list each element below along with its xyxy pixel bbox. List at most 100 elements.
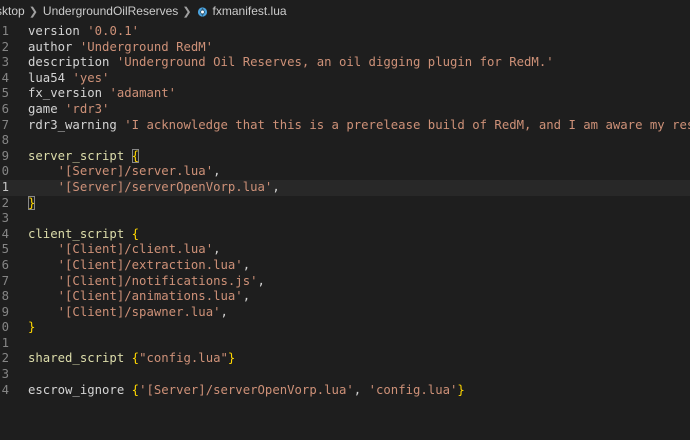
code-token-str: 'yes' bbox=[72, 70, 110, 85]
code-token-ident: version bbox=[28, 24, 80, 38]
code-token-ws bbox=[124, 149, 131, 163]
code-editor: sktop ❯ UndergroundOilReserves ❯ fxmanif… bbox=[0, 0, 690, 440]
code-token-brace-match: { bbox=[131, 148, 140, 163]
code-line[interactable]: 6 '[Client]/extraction.lua', bbox=[0, 258, 690, 274]
line-text: lua54 'yes' bbox=[28, 71, 109, 87]
line-number: 7 bbox=[1, 273, 9, 288]
code-line[interactable]: 1 bbox=[0, 336, 690, 352]
code-line[interactable]: 3 description 'Underground Oil Reserves, … bbox=[0, 55, 690, 71]
chevron-right-icon: ❯ bbox=[28, 5, 38, 18]
line-text: '[Client]/animations.lua', bbox=[28, 289, 251, 305]
code-line[interactable]: 1 '[Server]/serverOpenVorp.lua', bbox=[0, 179, 690, 196]
code-token-ws bbox=[124, 227, 131, 241]
line-number: 1 bbox=[1, 24, 9, 38]
line-number: 1 bbox=[1, 179, 9, 194]
code-token-brace: { bbox=[131, 382, 140, 397]
line-text: '[Client]/extraction.lua', bbox=[28, 257, 251, 274]
line-number: 7 bbox=[1, 117, 9, 132]
code-token-ws bbox=[28, 180, 58, 194]
line-number: 4 bbox=[1, 70, 9, 85]
code-token-brace: } bbox=[28, 320, 36, 335]
code-line[interactable]: 0} bbox=[0, 320, 690, 336]
line-text: game 'rdr3' bbox=[28, 102, 109, 118]
line-text: '[Server]/server.lua', bbox=[28, 164, 221, 180]
breadcrumb-item-folder[interactable]: UndergroundOilReserves bbox=[43, 4, 178, 18]
line-number: 2 bbox=[1, 351, 9, 366]
code-token-brace: } bbox=[457, 382, 465, 397]
code-line[interactable]: 2 author 'Underground RedM' bbox=[0, 40, 690, 56]
code-token-ident: , bbox=[242, 289, 251, 304]
breadcrumb-item-desktop[interactable]: sktop bbox=[0, 4, 25, 18]
code-token-ws bbox=[124, 351, 131, 365]
code-area[interactable]: 1 version '0.0.1' 2 author 'Underground Red… bbox=[0, 24, 690, 398]
code-line[interactable]: 9 server_script { bbox=[0, 148, 690, 165]
code-line[interactable]: 5 '[Client]/client.lua', bbox=[0, 242, 690, 258]
code-token-ident: game bbox=[28, 101, 58, 116]
code-token-str: 'I acknowledge that this is a prerelease… bbox=[124, 117, 690, 132]
line-text: author 'Underground RedM' bbox=[28, 40, 213, 56]
code-line[interactable]: 4 client_script { bbox=[0, 227, 690, 243]
code-token-ws bbox=[58, 102, 65, 116]
code-line[interactable]: 8 bbox=[0, 133, 690, 149]
line-text: rdr3_warning 'I acknowledge that this is… bbox=[28, 118, 690, 134]
code-line[interactable]: 2 shared_script {"config.lua"} bbox=[0, 351, 690, 367]
line-number: 9 bbox=[1, 304, 9, 319]
code-token-str: 'Underground Oil Reserves, an oil diggin… bbox=[116, 55, 554, 70]
line-text: version '0.0.1' bbox=[28, 24, 139, 40]
code-line[interactable]: 1 version '0.0.1' bbox=[0, 24, 690, 40]
code-token-ident: rdr3_warning bbox=[28, 117, 117, 132]
code-token-ws bbox=[28, 289, 58, 303]
code-line[interactable]: 2} bbox=[0, 195, 690, 212]
code-token-str: '0.0.1' bbox=[87, 24, 140, 38]
line-text: } bbox=[28, 320, 35, 336]
line-number: 8 bbox=[1, 289, 9, 304]
code-line[interactable]: 5 fx_version 'adamant' bbox=[0, 86, 690, 102]
code-token-str: '[Client]/notifications.js' bbox=[57, 273, 258, 288]
line-text: '[Client]/notifications.js', bbox=[28, 274, 265, 290]
code-line[interactable]: 7 rdr3_warning 'I acknowledge that this i… bbox=[0, 118, 690, 134]
code-token-ident: , bbox=[257, 273, 265, 288]
line-number: 4 bbox=[1, 226, 9, 241]
code-token-brace: } bbox=[227, 351, 236, 366]
code-token-str: '[Client]/extraction.lua' bbox=[57, 257, 243, 272]
breadcrumb-file[interactable]: fxmanifest.lua bbox=[213, 4, 287, 18]
code-token-ws bbox=[28, 274, 58, 288]
code-token-brace: { bbox=[131, 351, 140, 366]
code-line[interactable]: 3 bbox=[0, 367, 690, 383]
code-line[interactable]: 7 '[Client]/notifications.js', bbox=[0, 274, 690, 290]
line-number: 3 bbox=[1, 211, 9, 226]
code-token-ws bbox=[109, 55, 116, 69]
line-text: escrow_ignore {'[Server]/serverOpenVorp.… bbox=[28, 383, 465, 399]
code-token-str: '[Client]/client.lua' bbox=[57, 242, 214, 257]
code-token-fn: shared_script bbox=[28, 351, 125, 366]
line-number: 2 bbox=[1, 195, 9, 210]
code-token-str: 'Underground RedM' bbox=[79, 39, 214, 54]
code-line[interactable]: 6 game 'rdr3' bbox=[0, 102, 690, 118]
breadcrumb: sktop ❯ UndergroundOilReserves ❯ fxmanif… bbox=[0, 0, 690, 22]
code-token-str: '[Server]/server.lua' bbox=[57, 164, 214, 179]
line-text: shared_script {"config.lua"} bbox=[28, 351, 235, 367]
line-number: 6 bbox=[1, 257, 9, 272]
line-text: client_script { bbox=[28, 227, 139, 243]
line-number: 5 bbox=[1, 242, 9, 257]
code-token-str: '[Server]/serverOpenVorp.lua' bbox=[57, 179, 273, 194]
line-number: 8 bbox=[1, 133, 9, 148]
code-token-ident: description bbox=[28, 55, 110, 70]
code-token-ident: , bbox=[242, 257, 251, 272]
code-token-brace-match: } bbox=[28, 195, 36, 210]
code-line[interactable]: 4 lua54 'yes' bbox=[0, 71, 690, 87]
code-token-ident: escrow_ignore bbox=[28, 382, 125, 397]
code-line[interactable]: 4 escrow_ignore {'[Server]/serverOpenVorp… bbox=[0, 383, 690, 399]
code-line[interactable]: 8 '[Client]/animations.lua', bbox=[0, 289, 690, 305]
line-number: 3 bbox=[1, 55, 9, 70]
code-token-ident: , bbox=[213, 164, 221, 179]
chevron-right-icon: ❯ bbox=[182, 5, 192, 18]
line-text: '[Client]/client.lua', bbox=[28, 242, 221, 258]
code-token-str: 'adamant' bbox=[109, 86, 177, 101]
code-line[interactable]: 0 '[Server]/server.lua', bbox=[0, 164, 690, 180]
line-number: 4 bbox=[1, 382, 9, 397]
fivem-manifest-icon bbox=[197, 6, 207, 17]
code-line[interactable]: 3 bbox=[0, 211, 690, 227]
code-line[interactable]: 9 '[Client]/spawner.lua', bbox=[0, 305, 690, 321]
line-number: 5 bbox=[1, 86, 9, 101]
